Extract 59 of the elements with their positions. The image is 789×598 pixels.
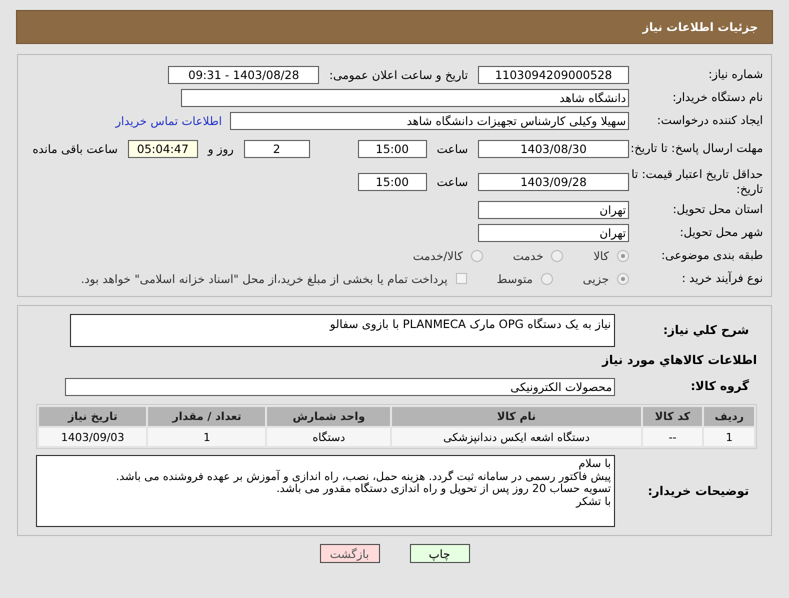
date-field[interactable]: 1403/09/28 bbox=[478, 172, 629, 190]
table-cell: 1 bbox=[148, 428, 266, 446]
checkbox-option[interactable]: پرداخت تمام یا بخشی از مبلغ خرید،از محل "اسناد خزانه اسلامی" خواهد بود. bbox=[80, 272, 467, 286]
field-label: نوع فرآیند خرید : bbox=[680, 271, 764, 286]
text-field[interactable]: 1403/08/28 - 09:31 bbox=[168, 66, 320, 84]
radio-option[interactable]: کالا/خدمت bbox=[412, 248, 483, 262]
column-header: ردیف bbox=[704, 407, 754, 426]
column-header: نام کالا bbox=[392, 407, 641, 426]
notes-line: تسویه حساب 20 روز پس از تحویل و راه اندازی دستگاه مقدور می باشد. bbox=[276, 483, 611, 496]
radio-option[interactable]: خدمت bbox=[512, 248, 564, 262]
field-label: ایجاد کننده درخواست: bbox=[656, 113, 764, 128]
days-field[interactable]: 2 bbox=[244, 140, 310, 158]
table-cell: 1403/09/03 bbox=[39, 428, 146, 446]
text-field[interactable]: محصولات الکترونیکی bbox=[65, 378, 615, 396]
field-label: توضیحات خریدار: bbox=[646, 484, 750, 498]
field-label: استان محل تحویل: bbox=[672, 202, 764, 217]
description-field[interactable]: نیاز به یک دستگاه OPG مارک PLANMECA با بازوی سفالو bbox=[70, 314, 615, 347]
notes-line: با تشکر bbox=[574, 496, 611, 509]
field-label: روز و bbox=[208, 142, 234, 156]
table-cell: 1 bbox=[704, 428, 754, 446]
field-label: شرح کلي نیاز: bbox=[662, 323, 750, 338]
notes-line: پیش فاکتور رسمی در سامانه ثبت گردد. هزینه حمل، نصب، راه اندازی و آموزش بر عهده فروشنده می باشد. bbox=[114, 470, 611, 483]
column-header: واحد شمارش bbox=[267, 407, 390, 426]
text-field[interactable]: دانشگاه شاهد bbox=[181, 88, 629, 106]
field-label: ساعت bbox=[436, 174, 468, 188]
radio-option[interactable]: متوسط bbox=[496, 272, 553, 286]
radio-option[interactable]: کالا bbox=[593, 248, 629, 262]
text-field[interactable]: تهران bbox=[478, 224, 629, 242]
field-label: ساعت باقی مانده bbox=[32, 142, 118, 156]
action-button[interactable]: چاپ bbox=[410, 544, 470, 563]
column-header: کد کالا bbox=[642, 407, 702, 426]
field-label: شماره نیاز: bbox=[707, 67, 764, 82]
text-field[interactable]: سهیلا وکیلی کارشناس تجهیزات دانشگاه شاهد bbox=[230, 112, 629, 130]
field-label: مهلت ارسال پاسخ: تا تاریخ: bbox=[629, 141, 764, 156]
field-label: شهر محل تحویل: bbox=[678, 225, 764, 240]
text-field[interactable]: تهران bbox=[478, 200, 629, 218]
field-label: ساعت bbox=[436, 142, 468, 156]
text-field[interactable]: 1103094209000528 bbox=[478, 66, 629, 84]
field-label: طبقه بندی موضوعی: bbox=[660, 248, 764, 263]
page-title: جزئیات اطلاعات نیاز bbox=[642, 20, 758, 34]
notes-field[interactable]: با سلام پیش فاکتور رسمی در سامانه ثبت گردد. هزینه حمل، نصب، راه اندازی و آموزش بر عهده فروشنده می باشد. تسویه حساب 20 روز پس از تحویل و راه اندازی دستگاه مقدور می باشد. با تشکر bbox=[36, 455, 615, 527]
table-cell: -- bbox=[642, 428, 702, 446]
column-header: تاریخ نیاز bbox=[39, 407, 146, 426]
table-cell: دستگاه اشعه ایکس دندانپزشکی bbox=[392, 428, 641, 446]
field-label: تاریخ و ساعت اعلان عمومی: bbox=[329, 68, 468, 82]
time-field[interactable]: 15:00 bbox=[358, 140, 427, 158]
notes-line: با سلام bbox=[577, 458, 611, 471]
action-button[interactable]: بازگشت bbox=[320, 544, 380, 563]
time-field[interactable]: 15:00 bbox=[358, 172, 427, 190]
date-field[interactable]: 1403/08/30 bbox=[478, 140, 629, 158]
field-label: حداقل تاریخ اعتبار قیمت: تا تاریخ: bbox=[630, 167, 764, 196]
countdown-field[interactable]: 05:04:47 bbox=[128, 140, 198, 158]
column-header: تعداد / مقدار bbox=[148, 407, 266, 426]
contact-link[interactable]: اطلاعات تماس خریدار bbox=[115, 114, 222, 128]
radio-option[interactable]: جزیی bbox=[582, 272, 629, 286]
section-heading: اطلاعات کالاهاي مورد نیاز bbox=[600, 353, 757, 367]
table-cell: دستگاه bbox=[267, 428, 390, 446]
field-label: نام دستگاه خریدار: bbox=[671, 90, 764, 105]
field-label: گروه کالا: bbox=[690, 379, 750, 394]
